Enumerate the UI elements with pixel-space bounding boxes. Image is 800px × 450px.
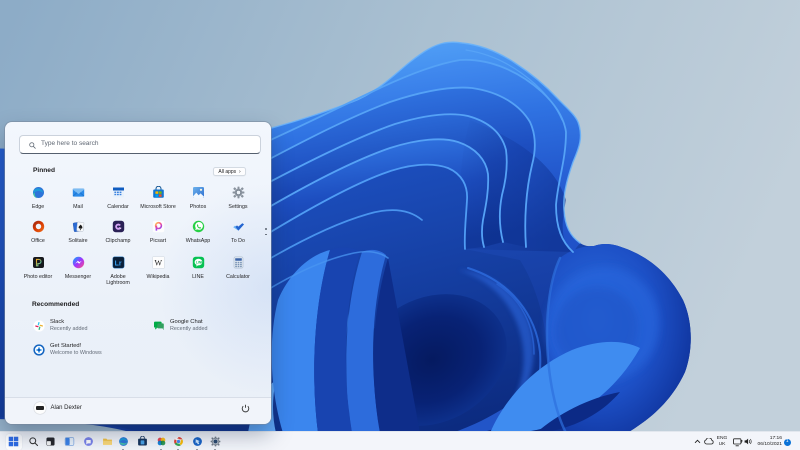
svg-text:LINE: LINE	[196, 261, 203, 265]
svg-text:W: W	[154, 258, 162, 267]
svg-text:Lr: Lr	[114, 260, 121, 267]
